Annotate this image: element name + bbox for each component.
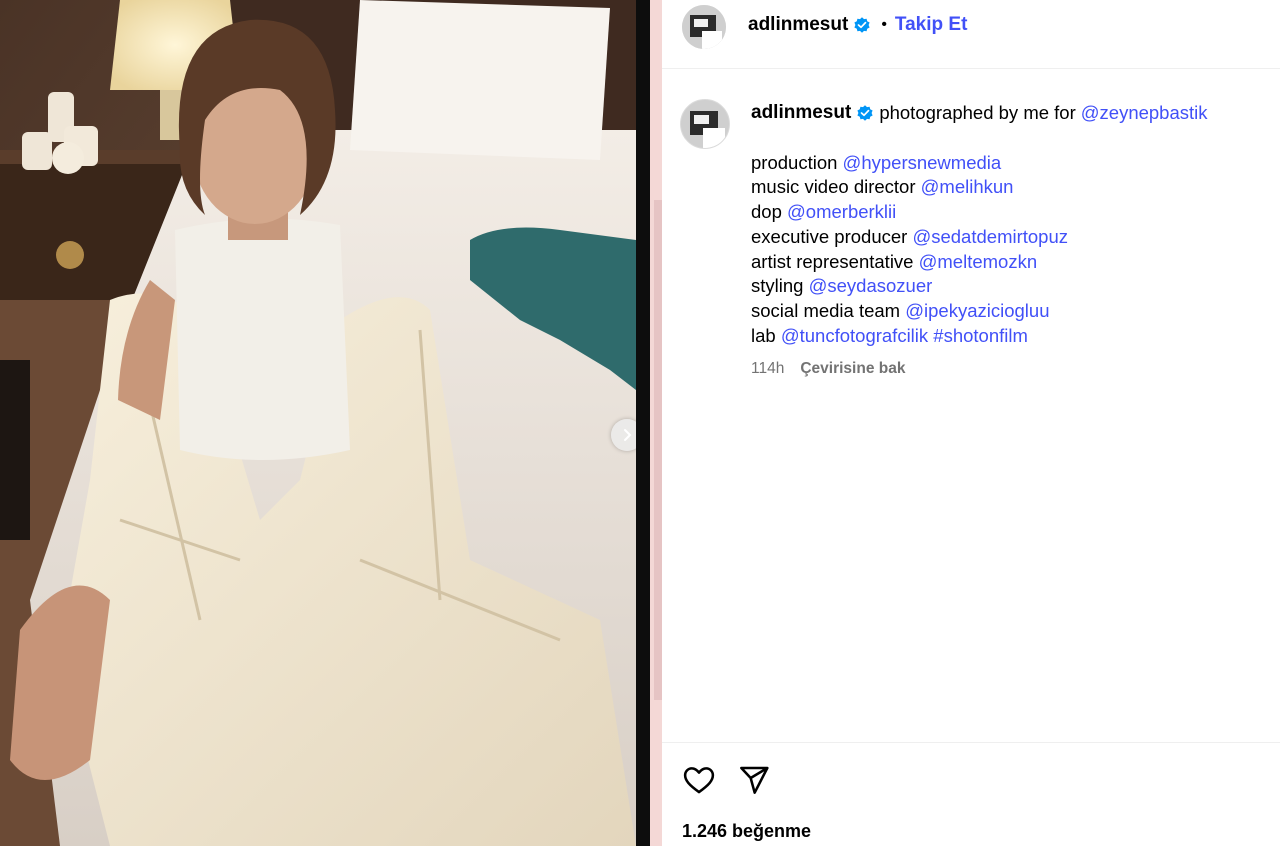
- credit-mention[interactable]: @ipekyaziciogluu: [905, 300, 1049, 321]
- credit-mention[interactable]: @sedatdemirtopuz: [912, 226, 1068, 247]
- post-caption: adlinmesut photographed by me for @zeyne…: [751, 101, 1261, 382]
- translate-button[interactable]: Çevirisine bak: [800, 357, 905, 382]
- credit-label: social media team: [751, 299, 901, 321]
- caption-meta: 114h Çevirisine bak: [751, 357, 1261, 382]
- header-user-row: adlinmesut • Takip Et: [748, 14, 967, 36]
- credit-label: executive producer: [751, 225, 908, 247]
- post-header: adlinmesut • Takip Et: [662, 0, 1280, 69]
- caption-intro-text: photographed by me for: [879, 102, 1076, 123]
- credit-mention[interactable]: @meltemozkn: [919, 251, 1038, 272]
- credit-label: music video director: [751, 176, 916, 198]
- like-count[interactable]: 1.246 beğenme: [682, 821, 811, 842]
- avatar[interactable]: [682, 5, 726, 49]
- post-footer: 1.246 beğenme: [662, 742, 1280, 846]
- credit-mention[interactable]: @omerberklii: [787, 201, 896, 222]
- credit-line: artist representative @meltemozkn: [751, 250, 1261, 275]
- credit-line: production @hypersnewmedia: [751, 151, 1261, 176]
- credit-label: production: [751, 151, 838, 173]
- header-username[interactable]: adlinmesut: [748, 14, 848, 36]
- credit-label: dop: [751, 201, 782, 223]
- credit-label: artist representative: [751, 250, 914, 272]
- caption-gap: [751, 126, 1261, 151]
- caption-avatar[interactable]: [680, 99, 730, 149]
- credit-mention[interactable]: @tuncfotografcilik #shotonfilm: [781, 325, 1028, 346]
- post-timestamp[interactable]: 114h: [751, 357, 784, 382]
- credit-line: lab @tuncfotografcilik #shotonfilm: [751, 324, 1261, 349]
- credit-mention[interactable]: @hypersnewmedia: [843, 152, 1002, 173]
- like-button[interactable]: [682, 763, 716, 802]
- credit-line: dop @omerberklii: [751, 200, 1261, 225]
- credit-mention[interactable]: @seydasozuer: [809, 275, 933, 296]
- caption-username[interactable]: adlinmesut: [751, 101, 851, 126]
- credit-label: lab: [751, 324, 776, 346]
- post-details-panel: adlinmesut • Takip Et adlinmesut photogr…: [662, 0, 1280, 846]
- follow-button[interactable]: Takip Et: [895, 14, 968, 36]
- film-strip-edge: [636, 0, 662, 846]
- share-button[interactable]: [738, 764, 770, 801]
- separator-dot: •: [881, 16, 887, 33]
- instagram-post-view: adlinmesut • Takip Et adlinmesut photogr…: [0, 0, 1280, 846]
- caption-intro-mention[interactable]: @zeynepbastik: [1081, 101, 1208, 126]
- verified-badge-icon: [854, 17, 870, 33]
- credit-line: social media team @ipekyaziciogluu: [751, 299, 1261, 324]
- photo-illustration: [0, 0, 636, 846]
- chevron-right-icon: [624, 429, 632, 441]
- heart-icon: [683, 767, 715, 794]
- credit-label: styling: [751, 275, 804, 297]
- credit-line: music video director @melihkun: [751, 175, 1261, 200]
- credit-line: executive producer @sedatdemirtopuz: [751, 225, 1261, 250]
- credit-mention[interactable]: @melihkun: [921, 176, 1014, 197]
- action-bar: [682, 763, 770, 802]
- credit-line: styling @seydasozuer: [751, 274, 1261, 299]
- verified-badge-icon: [857, 105, 873, 122]
- post-photo[interactable]: [0, 0, 636, 846]
- paper-plane-icon: [740, 766, 769, 794]
- caption-first-line: adlinmesut photographed by me for @zeyne…: [751, 101, 1261, 126]
